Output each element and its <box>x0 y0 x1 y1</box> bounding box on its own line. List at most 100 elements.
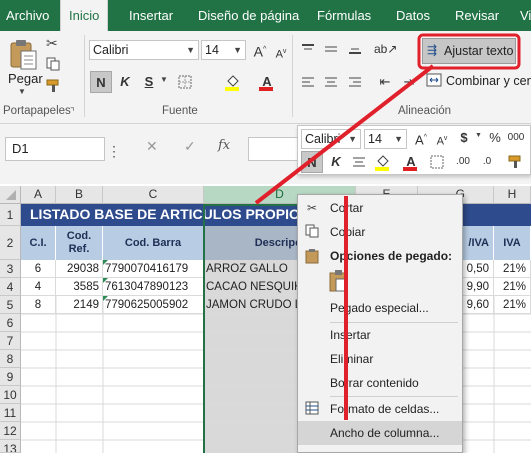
align-middle-icon[interactable] <box>320 38 342 60</box>
name-box[interactable]: D1 <box>5 137 105 161</box>
mini-italic-button[interactable]: K <box>325 151 347 173</box>
currency-format-icon[interactable]: $ <box>453 127 475 149</box>
tab-archivo[interactable]: Archivo <box>6 0 49 31</box>
cell-barra[interactable]: 7790070416179 <box>103 260 204 278</box>
align-center-icon[interactable] <box>320 71 342 93</box>
paste-icon[interactable] <box>8 37 40 71</box>
menu-item-cut[interactable]: ✂ Cortar <box>298 196 462 220</box>
font-color-icon[interactable]: A <box>256 71 278 93</box>
align-bottom-icon[interactable] <box>344 38 366 60</box>
paste-button-label[interactable]: Pegar <box>8 71 43 86</box>
row-header[interactable]: 11 <box>0 404 21 422</box>
cell-ref[interactable]: 29038 <box>56 260 103 278</box>
borders-icon[interactable] <box>174 71 196 93</box>
cell-ci[interactable]: 4 <box>21 278 56 296</box>
orientation-icon[interactable]: ab↗ <box>374 38 397 60</box>
row-header[interactable]: 10 <box>0 386 21 404</box>
wrap-text-button[interactable]: ⇶ Ajustar texto <box>422 38 516 64</box>
tab-insertar[interactable]: Insertar <box>129 0 173 31</box>
row-header[interactable]: 3 <box>0 260 21 278</box>
header-cod-barra[interactable]: Cod. Barra <box>103 226 204 260</box>
increase-font-icon[interactable]: A^ <box>410 127 432 149</box>
tab-diseno-pagina[interactable]: Diseño de página <box>198 0 299 31</box>
fill-color-icon[interactable] <box>372 151 394 173</box>
font-name-combo[interactable]: Calibri ▼ <box>89 40 199 60</box>
align-top-icon[interactable] <box>297 38 319 60</box>
menu-item-format-cells[interactable]: Formato de celdas... <box>298 397 462 421</box>
align-left-icon[interactable] <box>297 71 319 93</box>
cell-barra[interactable]: 7790625005902 <box>103 296 204 314</box>
sheet-title[interactable]: LISTADO BASE DE ARTICULOS PROPIO <box>30 206 300 222</box>
column-header[interactable]: C <box>103 186 204 204</box>
align-center-icon[interactable] <box>348 151 370 173</box>
cell-ci[interactable]: 8 <box>21 296 56 314</box>
tab-vista[interactable]: Vi <box>520 0 531 31</box>
cell-iva[interactable]: 21% <box>494 260 531 278</box>
cell-iva[interactable]: 21% <box>494 278 531 296</box>
column-header[interactable]: H <box>494 186 531 204</box>
merge-center-label[interactable]: Combinar y cen <box>446 74 531 88</box>
select-all-corner[interactable] <box>0 186 21 204</box>
merge-icon[interactable] <box>426 73 442 87</box>
copy-icon[interactable] <box>46 57 60 71</box>
header-ci[interactable]: C.I. <box>21 226 56 260</box>
decrease-font-icon[interactable]: Av <box>431 128 453 150</box>
row-header[interactable]: 12 <box>0 422 21 440</box>
row-header[interactable]: 2 <box>0 226 21 260</box>
row-header[interactable]: 4 <box>0 278 21 296</box>
menu-item-paste-special[interactable]: Pegado especial... <box>298 296 462 320</box>
decrease-indent-icon[interactable]: ⇤ <box>374 71 396 93</box>
cut-icon[interactable]: ✂ <box>46 35 58 52</box>
header-iva[interactable]: IVA <box>494 226 531 260</box>
tab-inicio[interactable]: Inicio <box>60 0 109 31</box>
header-cod-ref[interactable]: Cod. Ref. <box>56 226 103 260</box>
format-painter-icon[interactable] <box>505 151 527 173</box>
underline-button[interactable]: S <box>138 71 160 93</box>
menu-item-column-width[interactable]: Ancho de columna... <box>298 421 462 445</box>
mini-font-name-combo[interactable]: Calibri ▼ <box>301 129 361 149</box>
column-header[interactable]: A <box>21 186 56 204</box>
paste-option-icon[interactable] <box>327 269 351 293</box>
borders-icon[interactable] <box>426 151 448 173</box>
increase-indent-icon[interactable]: ⇥ <box>398 71 420 93</box>
cell-barra[interactable]: 7613047890123 <box>103 278 204 296</box>
cell-iva[interactable]: 21% <box>494 296 531 314</box>
menu-item-hide[interactable]: Ocultar <box>298 445 462 452</box>
cell-ref[interactable]: 2149 <box>56 296 103 314</box>
italic-button[interactable]: K <box>114 71 136 93</box>
increase-font-icon[interactable]: A^ <box>249 39 271 61</box>
cell-ref[interactable]: 3585 <box>56 278 103 296</box>
chevron-down-icon[interactable]: ▼ <box>475 132 482 139</box>
row-header[interactable]: 5 <box>0 296 21 314</box>
percent-format-icon[interactable]: % <box>484 127 506 149</box>
tab-revisar[interactable]: Revisar <box>455 0 499 31</box>
font-color-icon[interactable]: A <box>400 151 422 173</box>
menu-item-clear-contents[interactable]: Borrar contenido <box>298 371 462 395</box>
cell-ci[interactable]: 6 <box>21 260 56 278</box>
fill-color-icon[interactable] <box>222 71 244 93</box>
decrease-decimal-icon[interactable]: .0 <box>476 151 498 173</box>
row-header[interactable]: 7 <box>0 332 21 350</box>
insert-function-icon[interactable]: fx <box>218 138 230 153</box>
dialog-launcher-icon[interactable]: ⌝ <box>70 107 75 118</box>
font-size-combo[interactable]: 14 ▼ <box>201 40 246 60</box>
thousands-separator-icon[interactable]: 000 <box>505 127 527 149</box>
row-header[interactable]: 8 <box>0 350 21 368</box>
row-header[interactable]: 13 <box>0 440 21 453</box>
bold-button[interactable]: N <box>90 71 112 93</box>
format-painter-icon[interactable] <box>46 79 62 93</box>
enter-icon[interactable]: ✓ <box>184 138 196 155</box>
tab-datos[interactable]: Datos <box>396 0 430 31</box>
chevron-down-icon[interactable]: ▼ <box>160 75 168 84</box>
cancel-icon[interactable]: ✕ <box>146 138 158 155</box>
decrease-font-icon[interactable]: Av <box>270 41 292 63</box>
row-header[interactable]: 1 <box>0 204 21 226</box>
menu-item-insert[interactable]: Insertar <box>298 323 462 347</box>
increase-decimal-icon[interactable]: .00 <box>452 151 474 173</box>
menu-item-delete[interactable]: Eliminar <box>298 347 462 371</box>
align-right-icon[interactable] <box>344 71 366 93</box>
row-header[interactable]: 6 <box>0 314 21 332</box>
tab-formulas[interactable]: Fórmulas <box>317 0 371 31</box>
mini-font-size-combo[interactable]: 14 ▼ <box>364 129 407 149</box>
column-header[interactable]: B <box>56 186 103 204</box>
